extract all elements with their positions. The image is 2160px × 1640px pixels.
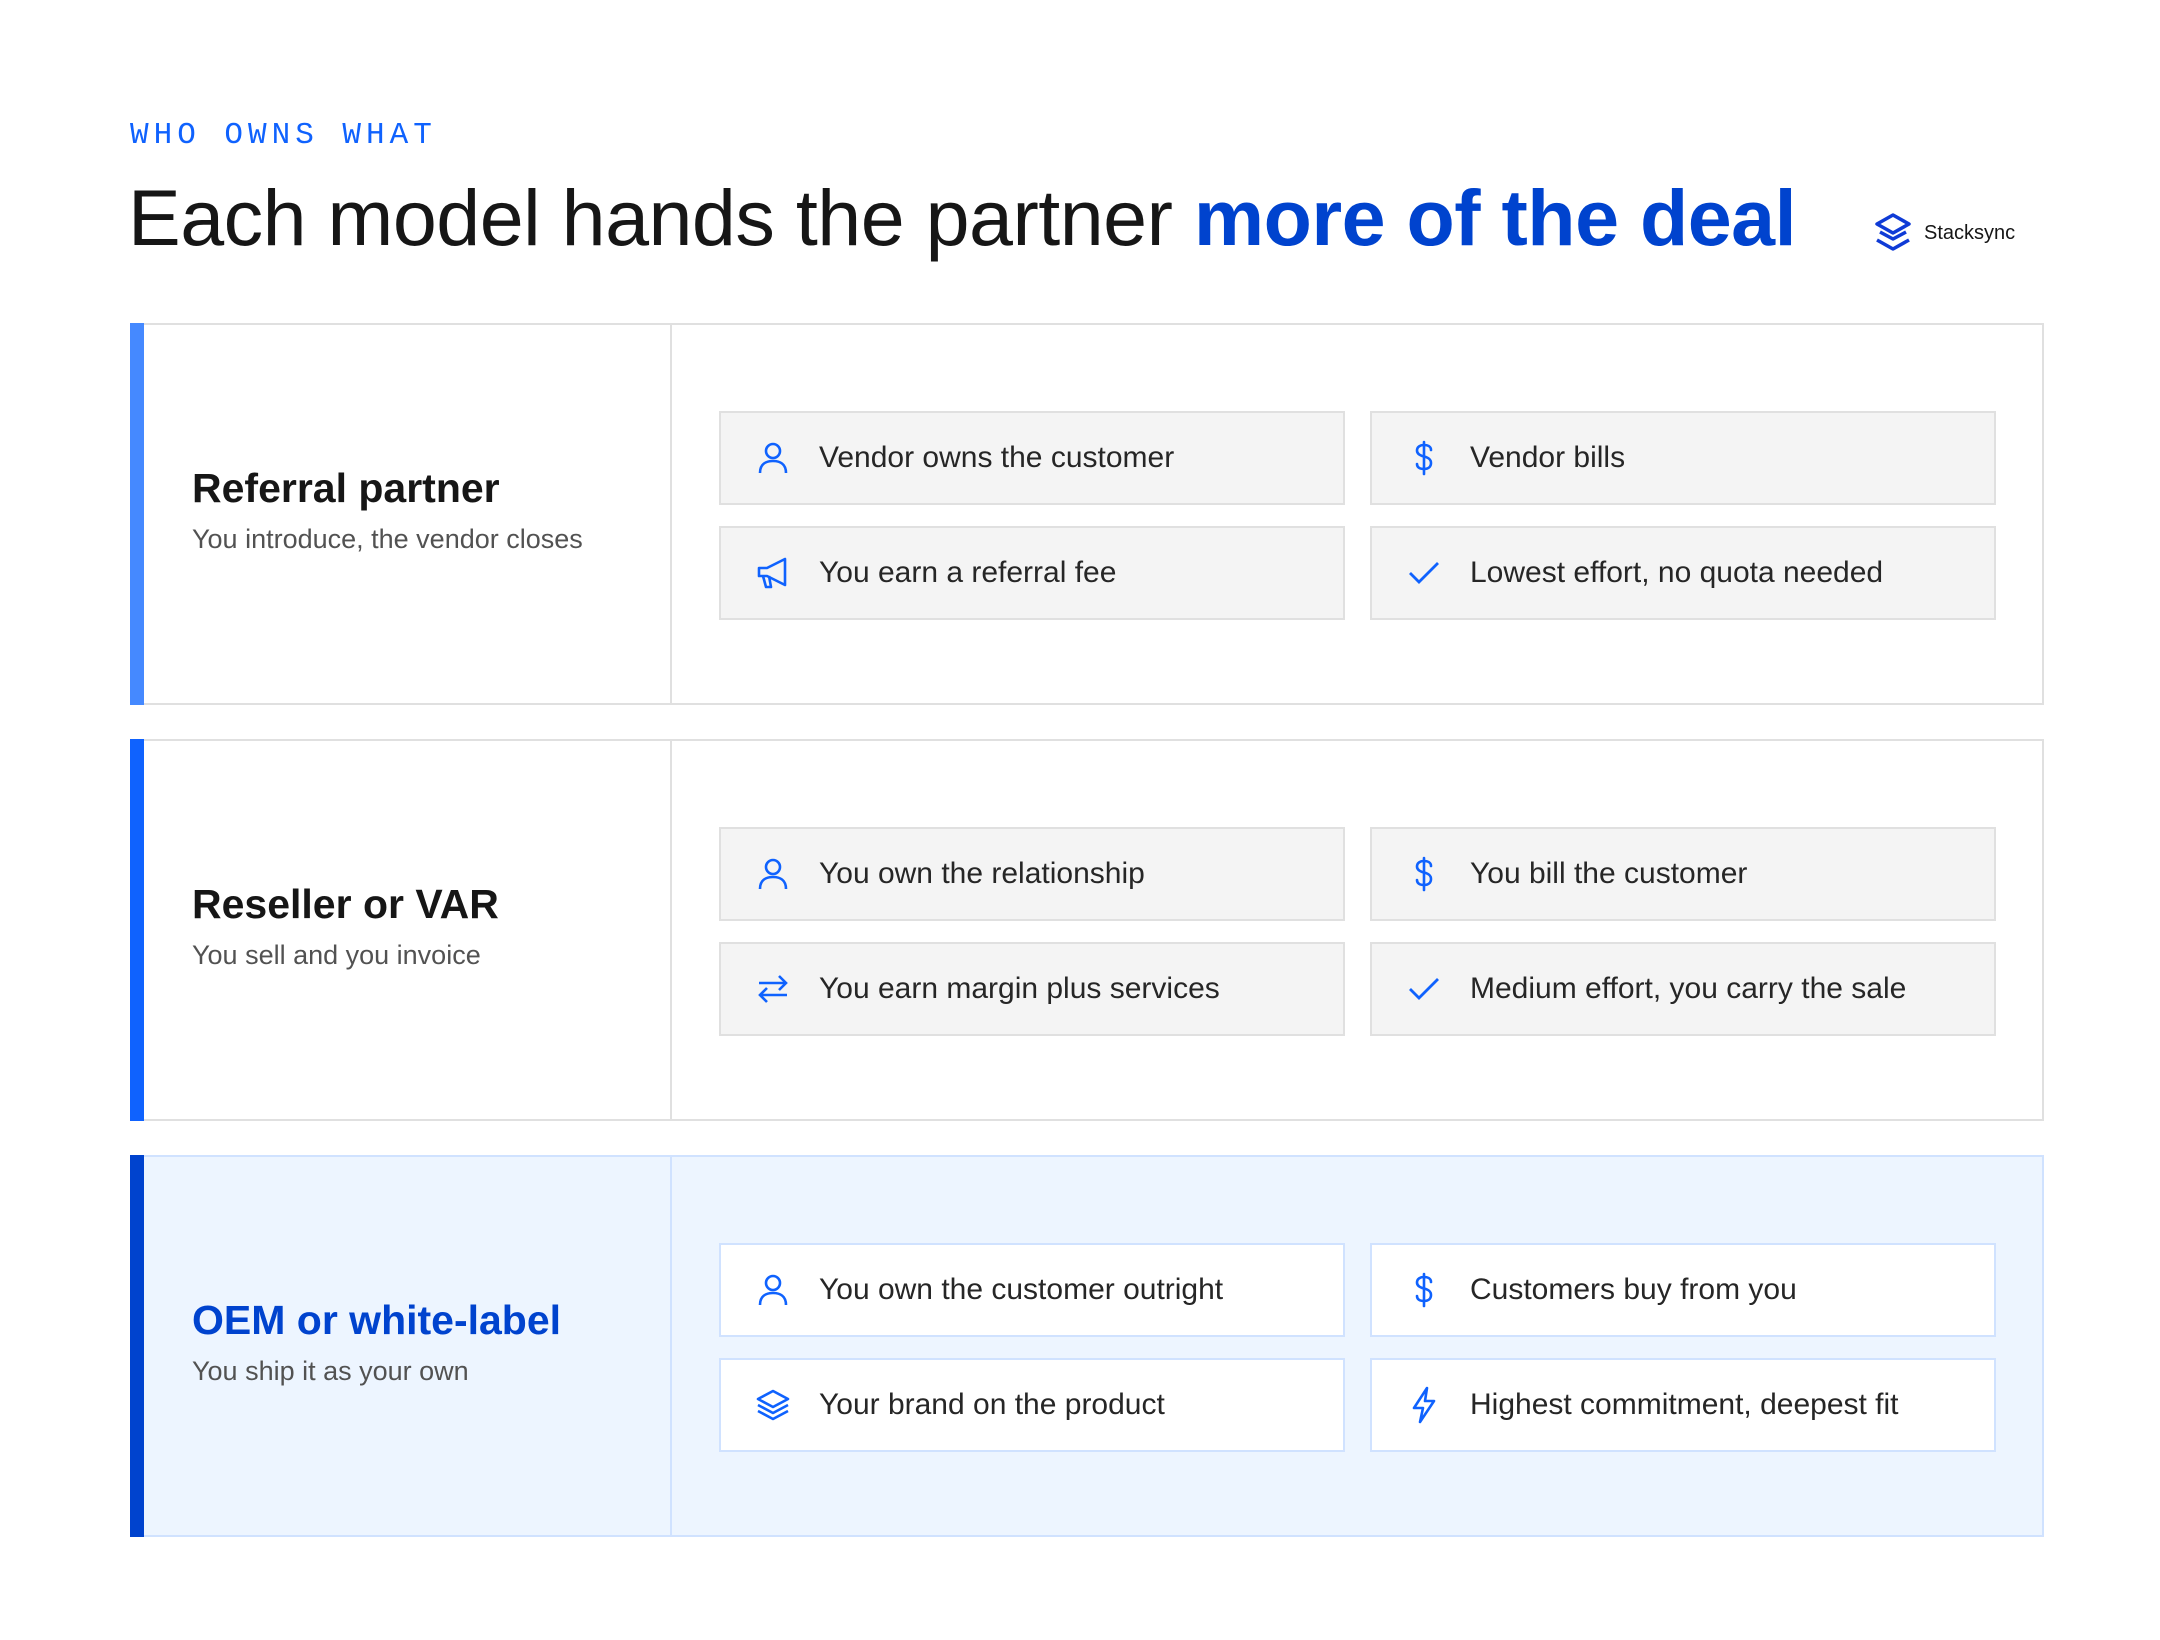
- row-label: OEM or white-label You ship it as your o…: [192, 1297, 561, 1387]
- row-label: Referral partner You introduce, the vend…: [192, 465, 583, 555]
- row-label: Reseller or VAR You sell and you invoice: [192, 881, 499, 971]
- user-icon: [753, 438, 793, 478]
- stacksync-logo-icon: [1872, 212, 1914, 254]
- feature-text: You earn a referral fee: [819, 556, 1117, 589]
- brand-name: Stacksync: [1924, 221, 2016, 244]
- row-name: OEM or white-label: [192, 1297, 562, 1343]
- row-accent-bar: [130, 1155, 144, 1537]
- row-divider: [670, 325, 672, 703]
- title-highlight: more of the deal: [1193, 173, 1797, 262]
- row-subtitle: You ship it as your own: [192, 1356, 469, 1386]
- feature-cell: Your brand on the product: [719, 1358, 1345, 1452]
- feature-cell: Lowest effort, no quota needed: [1370, 526, 1996, 620]
- dollar-icon: [1404, 854, 1444, 894]
- title-plain: Each model hands the partner: [128, 173, 1194, 262]
- row-referral-partner: Referral partner You introduce, the vend…: [130, 323, 2044, 705]
- row-name: Reseller or VAR: [192, 881, 499, 927]
- feature-text: You own the customer outright: [819, 1273, 1224, 1306]
- checkmark-icon: [1404, 553, 1444, 593]
- row-reseller-var: Reseller or VAR You sell and you invoice…: [130, 739, 2044, 1121]
- feature-cell: Highest commitment, deepest fit: [1370, 1358, 1996, 1452]
- user-icon: [753, 1270, 793, 1310]
- feature-text: You earn margin plus services: [819, 972, 1220, 1005]
- feature-text: Vendor owns the customer: [819, 441, 1175, 474]
- feature-cell: You own the relationship: [719, 827, 1345, 921]
- feature-cell: Vendor owns the customer: [719, 411, 1345, 505]
- row-oem-white-label: OEM or white-label You ship it as your o…: [130, 1155, 2044, 1537]
- feature-text: Lowest effort, no quota needed: [1470, 556, 1884, 589]
- checkmark-icon: [1404, 969, 1444, 1009]
- feature-cell: Vendor bills: [1370, 411, 1996, 505]
- page-title: Each model hands the partner more of the…: [128, 172, 1797, 264]
- feature-cell: Medium effort, you carry the sale: [1370, 942, 1996, 1036]
- lightning-icon: [1404, 1385, 1444, 1425]
- feature-text: You bill the customer: [1470, 857, 1748, 890]
- feature-cell: Customers buy from you: [1370, 1243, 1996, 1337]
- eyebrow-label: WHO OWNS WHAT: [130, 118, 437, 153]
- dollar-icon: [1404, 438, 1444, 478]
- row-accent-bar: [130, 739, 144, 1121]
- feature-text: Customers buy from you: [1470, 1273, 1797, 1306]
- megaphone-icon: [753, 553, 793, 593]
- feature-text: Your brand on the product: [819, 1388, 1165, 1421]
- arrows-exchange-icon: [753, 969, 793, 1009]
- feature-text: You own the relationship: [819, 857, 1145, 890]
- feature-cell: You bill the customer: [1370, 827, 1996, 921]
- feature-text: Vendor bills: [1470, 441, 1626, 474]
- row-divider: [670, 741, 672, 1119]
- row-subtitle: You introduce, the vendor closes: [192, 524, 583, 554]
- row-name: Referral partner: [192, 465, 500, 511]
- user-icon: [753, 854, 793, 894]
- feature-cell: You earn a referral fee: [719, 526, 1345, 620]
- row-accent-bar: [130, 323, 144, 705]
- layers-icon: [753, 1385, 793, 1425]
- row-subtitle: You sell and you invoice: [192, 940, 481, 970]
- feature-cell: You earn margin plus services: [719, 942, 1345, 1036]
- feature-text: Highest commitment, deepest fit: [1470, 1388, 1899, 1421]
- feature-text: Medium effort, you carry the sale: [1470, 972, 1907, 1005]
- brand-logo: Stacksync: [1872, 212, 2015, 254]
- dollar-icon: [1404, 1270, 1444, 1310]
- feature-cell: You own the customer outright: [719, 1243, 1345, 1337]
- row-divider: [670, 1157, 672, 1535]
